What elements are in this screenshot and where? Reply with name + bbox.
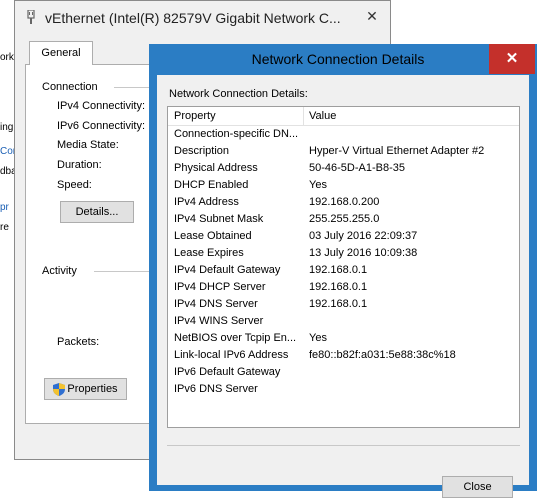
table-row[interactable]: DHCP Enabled Yes — [168, 177, 519, 194]
value-cell: 192.168.0.1 — [309, 281, 368, 293]
property-cell: Physical Address — [174, 162, 258, 174]
properties-button-label: Properties — [67, 383, 118, 395]
column-separator[interactable] — [303, 107, 304, 125]
value-cell: 50-46-5D-A1-B8-35 — [309, 162, 405, 174]
property-cell: Description — [174, 145, 230, 157]
details-button[interactable]: Details... — [60, 201, 134, 223]
table-row[interactable]: IPv4 DNS Server 192.168.0.1 — [168, 296, 519, 313]
table-row[interactable]: IPv6 Default Gateway — [168, 364, 519, 381]
table-row[interactable]: Link-local IPv6 Address fe80::b82f:a031:5… — [168, 347, 519, 364]
table-row[interactable]: IPv6 DNS Server — [168, 381, 519, 398]
table-row[interactable]: IPv4 Subnet Mask 255.255.255.0 — [168, 211, 519, 228]
value-cell: 192.168.0.1 — [309, 298, 368, 310]
table-row[interactable]: NetBIOS over Tcpip En... Yes — [168, 330, 519, 347]
activity-section-label: Activity — [42, 265, 77, 277]
table-row[interactable]: Connection-specific DN... — [168, 126, 519, 143]
table-row[interactable]: IPv4 Address 192.168.0.200 — [168, 194, 519, 211]
column-header-value[interactable]: Value — [309, 110, 336, 122]
table-row[interactable]: Lease Obtained 03 July 2016 22:09:37 — [168, 228, 519, 245]
value-cell: 03 July 2016 22:09:37 — [309, 230, 418, 242]
property-cell: Lease Expires — [174, 247, 244, 259]
close-icon[interactable]: ✕ — [489, 44, 535, 74]
ipv4-connectivity-label: IPv4 Connectivity: — [57, 100, 146, 112]
duration-label: Duration: — [57, 159, 102, 171]
details-list[interactable]: Property Value Connection-specific DN...… — [167, 106, 520, 428]
value-cell: 255.255.255.0 — [309, 213, 380, 225]
close-button[interactable]: Close — [442, 476, 513, 498]
media-state-label: Media State: — [57, 139, 119, 151]
properties-button[interactable]: Properties — [44, 378, 127, 400]
close-icon[interactable]: ✕ — [352, 4, 392, 28]
property-cell: Connection-specific DN... — [174, 128, 299, 140]
property-cell: Lease Obtained — [174, 230, 252, 242]
uac-shield-icon — [53, 382, 66, 396]
ipv6-connectivity-label: IPv6 Connectivity: — [57, 120, 146, 132]
table-row[interactable]: Physical Address 50-46-5D-A1-B8-35 — [168, 160, 519, 177]
table-row[interactable]: Description Hyper-V Virtual Ethernet Adap… — [168, 143, 519, 160]
property-cell: IPv4 Default Gateway — [174, 264, 281, 276]
value-cell: Yes — [309, 332, 327, 344]
table-row[interactable]: IPv4 DHCP Server 192.168.0.1 — [168, 279, 519, 296]
value-cell: Yes — [309, 179, 327, 191]
list-header: Property Value — [168, 107, 519, 126]
value-cell: Hyper-V Virtual Ethernet Adapter #2 — [309, 145, 485, 157]
property-cell: NetBIOS over Tcpip En... — [174, 332, 297, 344]
value-cell: 192.168.0.200 — [309, 196, 380, 208]
table-row[interactable]: Lease Expires 13 July 2016 10:09:38 — [168, 245, 519, 262]
property-cell: IPv4 DHCP Server — [174, 281, 266, 293]
status-window-title: vEthernet (Intel(R) 82579V Gigabit Netwo… — [45, 10, 341, 26]
property-cell: IPv4 Address — [174, 196, 239, 208]
status-titlebar[interactable]: vEthernet (Intel(R) 82579V Gigabit Netwo… — [15, 1, 390, 35]
property-cell: IPv4 DNS Server — [174, 298, 258, 310]
property-cell: IPv4 Subnet Mask — [174, 213, 264, 225]
property-cell: IPv4 WINS Server — [174, 315, 264, 327]
property-cell: IPv6 Default Gateway — [174, 366, 281, 378]
packets-label: Packets: — [57, 336, 100, 348]
bg-fragment: re — [0, 222, 9, 233]
speed-label: Speed: — [57, 179, 92, 191]
table-row[interactable]: IPv4 WINS Server — [168, 313, 519, 330]
connection-section-label: Connection — [42, 81, 98, 93]
property-cell: Link-local IPv6 Address — [174, 349, 289, 361]
bg-fragment: pr — [0, 202, 9, 213]
value-cell: fe80::b82f:a031:5e88:38c%18 — [309, 349, 456, 361]
details-window-title: Network Connection Details — [251, 51, 425, 67]
network-adapter-icon — [27, 10, 35, 24]
details-client-area: Network Connection Details: Property Val… — [157, 75, 529, 498]
value-cell: 192.168.0.1 — [309, 264, 368, 276]
footer-divider — [167, 445, 520, 446]
column-header-property[interactable]: Property — [174, 110, 216, 122]
tab-general[interactable]: General — [29, 41, 93, 65]
details-caption: Network Connection Details: — [169, 88, 308, 100]
property-cell: DHCP Enabled — [174, 179, 249, 191]
bg-fragment: ork — [0, 52, 14, 63]
network-connection-details-dialog: Network Connection Details ✕ Network Con… — [149, 44, 537, 498]
table-row[interactable]: IPv4 Default Gateway 192.168.0.1 — [168, 262, 519, 279]
value-cell: 13 July 2016 10:09:38 — [309, 247, 418, 259]
property-cell: IPv6 DNS Server — [174, 383, 258, 395]
